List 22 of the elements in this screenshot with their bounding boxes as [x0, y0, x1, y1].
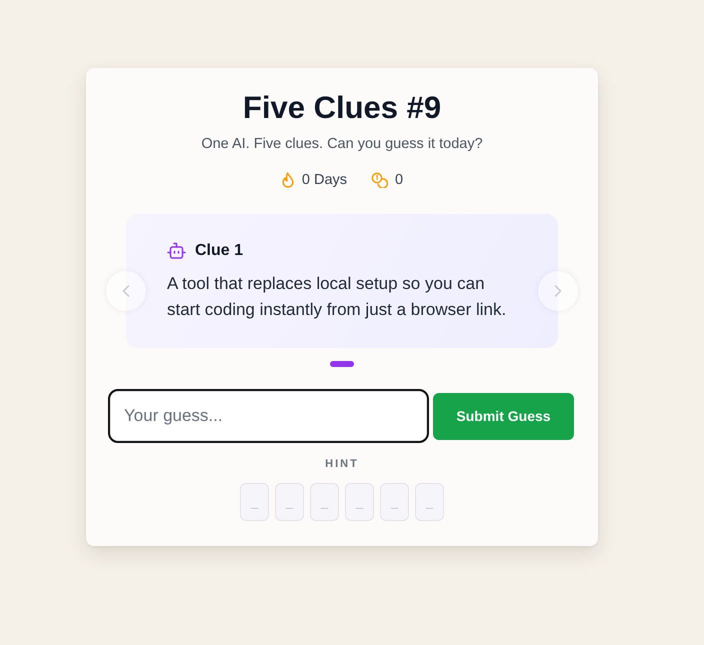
game-title: Five Clues #9: [242, 90, 442, 126]
hint-letter-slot: _: [240, 483, 269, 521]
previous-clue-button[interactable]: [106, 271, 146, 311]
hint-letter-slot: _: [415, 483, 444, 521]
hint-label: HINT: [325, 457, 359, 471]
clue-text: A tool that replaces local setup so you can start coding instantly from just a browser link.: [167, 273, 508, 321]
clue-title: Clue 1: [195, 241, 244, 261]
coins-icon: [371, 172, 388, 188]
chevron-right-icon: [554, 285, 562, 297]
hint-letter-slot: _: [310, 483, 339, 521]
game-subtitle: One AI. Five clues. Can you guess it today?: [201, 135, 483, 154]
hint-letter-slot: _: [345, 483, 374, 521]
robot-icon: [167, 242, 186, 260]
guess-input[interactable]: Your guess...: [110, 391, 427, 441]
next-clue-button[interactable]: [538, 271, 578, 311]
hint-letter-slot: _: [380, 483, 409, 521]
streak-count: 0 Days: [302, 171, 348, 190]
hint-letter-slot: _: [275, 483, 304, 521]
coin-count: 0: [395, 171, 404, 190]
chevron-left-icon: [122, 285, 130, 297]
submit-guess-button[interactable]: Submit Guess: [433, 392, 574, 440]
flame-icon: [280, 172, 295, 188]
